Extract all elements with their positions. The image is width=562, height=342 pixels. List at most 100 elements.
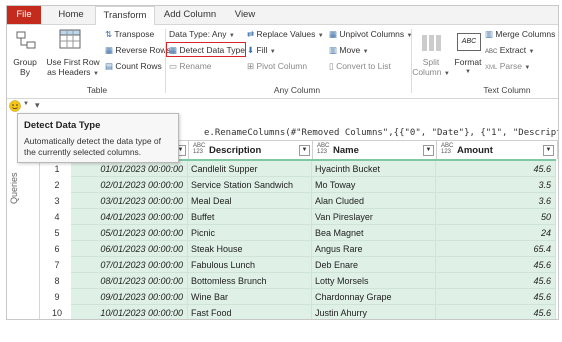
unpivot-columns-button[interactable]: ▦ Unpivot Columns ▼: [329, 29, 412, 41]
date-cell[interactable]: 04/01/2023 00:00:00: [71, 209, 188, 225]
rename-button[interactable]: ▭ Rename: [169, 61, 212, 71]
queries-pane-label[interactable]: Queries: [9, 172, 19, 204]
data-type-label: Data Type: Any: [169, 29, 227, 39]
use-first-row-icon: [59, 29, 81, 49]
name-cell[interactable]: Justin Ahurry: [312, 305, 436, 319]
chevron-down-icon[interactable]: ▼: [543, 145, 554, 156]
reverse-rows-button[interactable]: ▦ Reverse Rows: [105, 45, 171, 55]
description-cell[interactable]: Meal Deal: [188, 193, 312, 209]
amount-cell[interactable]: 45.6: [436, 161, 556, 177]
amount-cell[interactable]: 65.4: [436, 241, 556, 257]
date-cell[interactable]: 05/01/2023 00:00:00: [71, 225, 188, 241]
queries-pane[interactable]: [7, 136, 40, 319]
name-cell[interactable]: Bea Magnet: [312, 225, 436, 241]
format-button[interactable]: Format ▼: [451, 57, 485, 77]
count-rows-button[interactable]: ▤ Count Rows: [105, 61, 162, 71]
column-header-amount[interactable]: ABC 123 Amount ▼: [436, 140, 558, 159]
date-cell[interactable]: 01/01/2023 00:00:00: [71, 161, 188, 177]
amount-cell[interactable]: 45.6: [436, 257, 556, 273]
replace-values-button[interactable]: ⇄ Replace Values ▼: [247, 29, 324, 41]
move-icon: ▥: [329, 45, 338, 55]
name-cell[interactable]: Chardonnay Grape: [312, 289, 436, 305]
table-row[interactable]: 4 04/01/2023 00:00:00 Buffet Van Pireslayer…: [43, 209, 556, 226]
date-cell[interactable]: 02/01/2023 00:00:00: [71, 177, 188, 193]
date-cell[interactable]: 10/01/2023 00:00:00: [71, 305, 188, 319]
transpose-button[interactable]: ⇅ Transpose: [105, 29, 154, 39]
description-cell[interactable]: Steak House: [188, 241, 312, 257]
amount-cell[interactable]: 45.6: [436, 273, 556, 289]
tab-view[interactable]: View: [225, 6, 265, 24]
name-cell[interactable]: Hyacinth Bucket: [312, 161, 436, 177]
convert-to-list-label: Convert to List: [336, 61, 391, 71]
move-button[interactable]: ▥ Move ▼: [329, 45, 369, 57]
table-row[interactable]: 1 01/01/2023 00:00:00 Candlelit Supper Hyac…: [43, 161, 556, 178]
tab-file[interactable]: File: [7, 6, 41, 24]
description-cell[interactable]: Service Station Sandwich: [188, 177, 312, 193]
merge-columns-button[interactable]: ▥ Merge Columns: [485, 29, 555, 39]
chevron-down-icon: ▼: [317, 33, 324, 39]
chevron-down-icon: ▼: [443, 71, 450, 77]
group-by-button[interactable]: Group By: [9, 57, 41, 77]
formula-text[interactable]: e.RenameColumns(#"Removed Columns",{{"0"…: [204, 128, 558, 138]
type-label: 123: [441, 149, 452, 155]
table-row[interactable]: 2 02/01/2023 00:00:00 Service Station Sand…: [43, 177, 556, 194]
description-cell[interactable]: Fast Food: [188, 305, 312, 319]
amount-cell[interactable]: 50: [436, 209, 556, 225]
amount-cell[interactable]: 45.6: [436, 305, 556, 319]
chevron-down-icon: ▼: [524, 65, 531, 71]
table-row[interactable]: 8 08/01/2023 00:00:00 Bottomless Brunch Lot…: [43, 273, 556, 290]
date-cell[interactable]: 03/01/2023 00:00:00: [71, 193, 188, 209]
row-number: 4: [43, 209, 71, 226]
pivot-column-button[interactable]: ⊞ Pivot Column: [247, 61, 307, 71]
table-row[interactable]: 7 07/01/2023 00:00:00 Fabulous Lunch Deb En…: [43, 257, 556, 274]
name-cell[interactable]: Mo Toway: [312, 177, 436, 193]
amount-cell[interactable]: 45.6: [436, 289, 556, 305]
name-cell[interactable]: Lotty Morsels: [312, 273, 436, 289]
description-cell[interactable]: Buffet: [188, 209, 312, 225]
parse-button[interactable]: XML Parse ▼: [485, 61, 530, 73]
name-cell[interactable]: Van Pireslayer: [312, 209, 436, 225]
smiley-icon[interactable]: [9, 100, 21, 112]
name-cell[interactable]: Angus Rare: [312, 241, 436, 257]
date-cell[interactable]: 07/01/2023 00:00:00: [71, 257, 188, 273]
date-cell[interactable]: 09/01/2023 00:00:00: [71, 289, 188, 305]
column-header-name[interactable]: ABC 123 Name ▼: [312, 140, 438, 159]
table-row[interactable]: 10 10/01/2023 00:00:00 Fast Food Justin Ahu…: [43, 305, 556, 319]
data-grid: ▼ ABC 123 Description ▼ ABC 123 Name ▼ ABC…: [43, 140, 558, 319]
extract-button[interactable]: ABC Extract ▼: [485, 45, 535, 57]
use-first-row-button[interactable]: Use First Row as Headers ▼: [45, 57, 101, 79]
amount-cell[interactable]: 24: [436, 225, 556, 241]
tab-add-column[interactable]: Add Column: [157, 6, 223, 24]
convert-to-list-button[interactable]: ▯ Convert to List: [329, 61, 391, 71]
type-any-icon: ABC 123: [317, 143, 329, 155]
table-row[interactable]: 3 03/01/2023 00:00:00 Meal Deal Alan Cluded…: [43, 193, 556, 210]
amount-cell[interactable]: 3.6: [436, 193, 556, 209]
unpivot-columns-icon: ▦: [329, 29, 338, 39]
customize-quick-access-icon[interactable]: ▾: [35, 100, 40, 111]
amount-cell[interactable]: 3.5: [436, 177, 556, 193]
table-row[interactable]: 5 05/01/2023 00:00:00 Picnic Bea Magnet 24: [43, 225, 556, 242]
tab-home[interactable]: Home: [51, 6, 91, 24]
fill-button[interactable]: ⬇ Fill ▼: [247, 45, 276, 57]
chevron-down-icon[interactable]: ▼: [299, 145, 310, 156]
date-cell[interactable]: 08/01/2023 00:00:00: [71, 273, 188, 289]
tab-transform[interactable]: Transform: [95, 6, 155, 26]
description-cell[interactable]: Candlelit Supper: [188, 161, 312, 177]
description-cell[interactable]: Picnic: [188, 225, 312, 241]
split-column-button[interactable]: Split Column ▼: [411, 57, 451, 79]
chevron-down-icon[interactable]: ▼: [423, 145, 434, 156]
chevron-down-icon[interactable]: ▼: [23, 101, 29, 107]
data-type-dropdown[interactable]: Data Type: Any ▼: [169, 29, 235, 41]
merge-columns-label: Merge Columns: [495, 29, 556, 39]
table-row[interactable]: 6 06/01/2023 00:00:00 Steak House Angus Rar…: [43, 241, 556, 258]
column-header-description[interactable]: ABC 123 Description ▼: [188, 140, 314, 159]
description-cell[interactable]: Wine Bar: [188, 289, 312, 305]
description-cell[interactable]: Fabulous Lunch: [188, 257, 312, 273]
group-by-icon: [16, 31, 36, 49]
unpivot-columns-label: Unpivot Columns: [339, 29, 405, 39]
table-row[interactable]: 9 09/01/2023 00:00:00 Wine Bar Chardonnay G…: [43, 289, 556, 306]
name-cell[interactable]: Deb Enare: [312, 257, 436, 273]
description-cell[interactable]: Bottomless Brunch: [188, 273, 312, 289]
date-cell[interactable]: 06/01/2023 00:00:00: [71, 241, 188, 257]
name-cell[interactable]: Alan Cluded: [312, 193, 436, 209]
